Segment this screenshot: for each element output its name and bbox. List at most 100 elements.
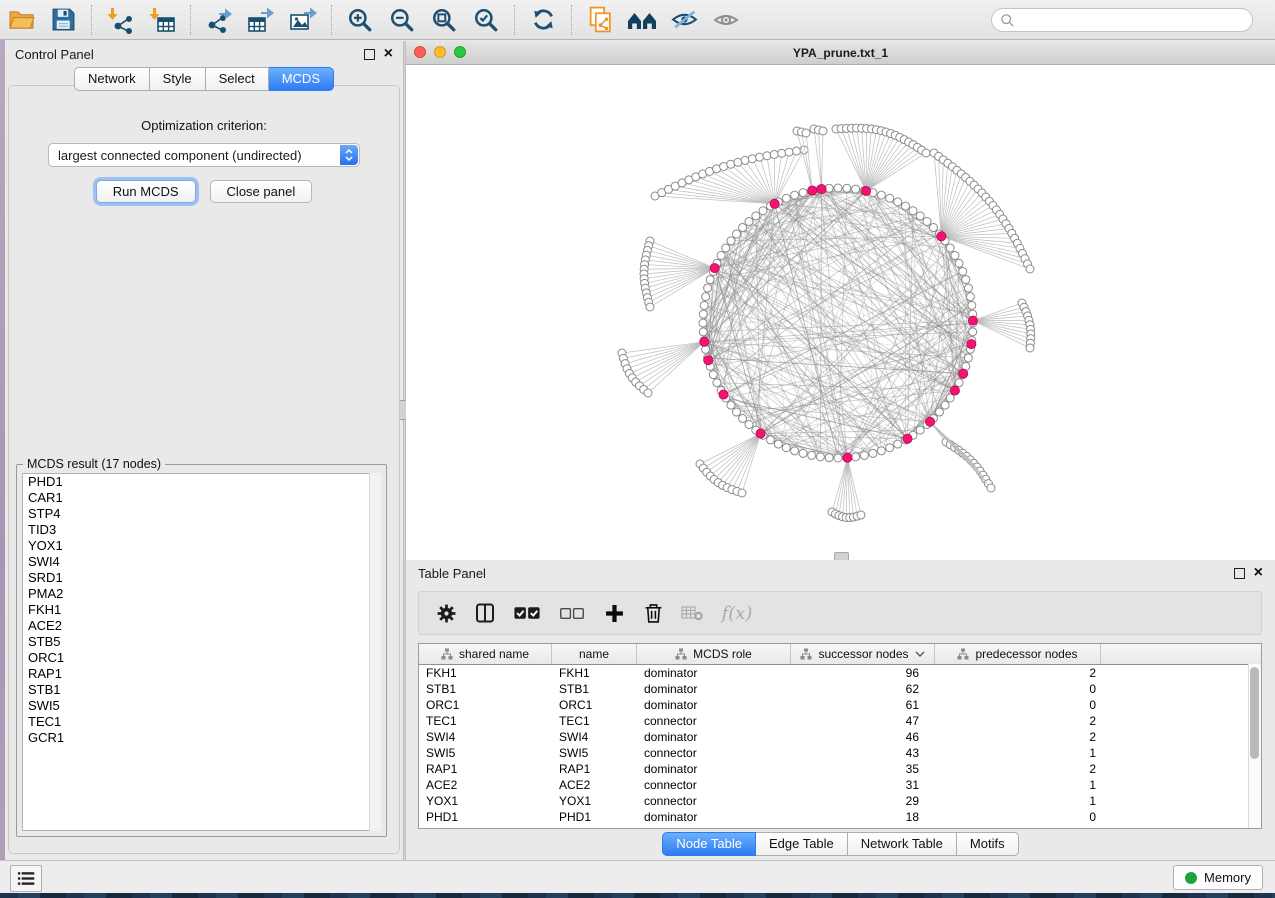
mcds-result-item[interactable]: PHD1	[23, 474, 368, 490]
table-row[interactable]: ORC1ORC1dominator610	[419, 697, 1261, 713]
network-canvas[interactable]	[406, 65, 1275, 561]
ring-node[interactable]	[704, 284, 712, 292]
ring-node[interactable]	[752, 212, 760, 220]
float-panel-icon[interactable]	[364, 49, 375, 60]
ring-node[interactable]	[946, 394, 954, 402]
table-scrollbar[interactable]	[1248, 664, 1261, 828]
mcds-result-item[interactable]: SWI5	[23, 698, 368, 714]
ring-node[interactable]	[700, 301, 708, 309]
first-neighbors-button[interactable]	[624, 4, 660, 36]
tab-style[interactable]: Style	[150, 67, 206, 91]
dominator-node[interactable]	[808, 186, 817, 195]
ring-node[interactable]	[916, 212, 924, 220]
dominator-node[interactable]	[704, 356, 713, 365]
table-row[interactable]: YOX1YOX1connector291	[419, 793, 1261, 809]
ring-node[interactable]	[739, 414, 747, 422]
network-window-titlebar[interactable]: YPA_prune.txt_1	[406, 41, 1275, 65]
mcds-result-item[interactable]: GCR1	[23, 730, 368, 746]
dominator-node[interactable]	[756, 429, 765, 438]
save-session-button[interactable]	[45, 4, 81, 36]
mcds-result-item[interactable]: SWI4	[23, 554, 368, 570]
ring-node[interactable]	[929, 224, 937, 232]
leaf-node[interactable]	[778, 149, 786, 157]
leaf-node[interactable]	[793, 147, 801, 155]
maximize-window-traffic-light[interactable]	[454, 46, 466, 58]
dominator-node[interactable]	[710, 263, 719, 272]
table-row[interactable]: STB1STB1dominator620	[419, 681, 1261, 697]
ring-node[interactable]	[852, 453, 860, 461]
deselect-all-button[interactable]	[554, 598, 590, 628]
criterion-dropdown[interactable]: largest connected component (undirected)	[48, 143, 360, 167]
leaf-node[interactable]	[646, 303, 654, 311]
ring-node[interactable]	[699, 310, 707, 318]
ring-node[interactable]	[733, 408, 741, 416]
leaf-node[interactable]	[857, 511, 865, 519]
dominator-node[interactable]	[770, 199, 779, 208]
ring-node[interactable]	[969, 328, 977, 336]
zoom-selected-button[interactable]	[468, 4, 504, 36]
tab-mcds[interactable]: MCDS	[269, 67, 334, 91]
ring-node[interactable]	[886, 444, 894, 452]
dominator-node[interactable]	[700, 337, 709, 346]
close-panel-button[interactable]: Close panel	[210, 180, 313, 203]
ring-node[interactable]	[782, 444, 790, 452]
table-row[interactable]: RAP1RAP1dominator352	[419, 761, 1261, 777]
dominator-node[interactable]	[950, 386, 959, 395]
close-panel-icon[interactable]: ×	[384, 49, 393, 59]
ring-node[interactable]	[727, 401, 735, 409]
leaf-node[interactable]	[987, 484, 995, 492]
ring-node[interactable]	[745, 420, 753, 428]
mcds-result-item[interactable]: ACE2	[23, 618, 368, 634]
ring-node[interactable]	[706, 276, 714, 284]
select-all-button[interactable]	[509, 598, 545, 628]
tab-network-table[interactable]: Network Table	[848, 832, 957, 856]
open-network-button[interactable]	[3, 4, 39, 36]
ring-node[interactable]	[834, 184, 842, 192]
export-image-button[interactable]	[285, 4, 321, 36]
dominator-node[interactable]	[968, 316, 977, 325]
close-table-panel-icon[interactable]: ×	[1254, 568, 1263, 578]
ring-node[interactable]	[733, 230, 741, 238]
function-builder-button[interactable]: f(x)	[716, 598, 758, 628]
duplicate-network-button[interactable]	[582, 4, 618, 36]
ring-node[interactable]	[941, 401, 949, 409]
add-column-button[interactable]	[599, 598, 629, 628]
mcds-result-item[interactable]: STB1	[23, 682, 368, 698]
run-mcds-button[interactable]: Run MCDS	[96, 180, 196, 203]
hide-selected-button[interactable]	[666, 4, 702, 36]
task-history-button[interactable]	[10, 865, 42, 892]
ring-node[interactable]	[964, 284, 972, 292]
leaf-node[interactable]	[802, 129, 810, 137]
ring-node[interactable]	[964, 354, 972, 362]
leaf-node[interactable]	[748, 155, 756, 163]
leaf-node[interactable]	[770, 150, 778, 158]
ring-node[interactable]	[894, 198, 902, 206]
column-header-name[interactable]: name	[552, 644, 637, 664]
dominator-node[interactable]	[817, 184, 826, 193]
ring-node[interactable]	[816, 453, 824, 461]
leaf-node[interactable]	[1026, 265, 1034, 273]
tab-network[interactable]: Network	[74, 67, 150, 91]
ring-node[interactable]	[968, 301, 976, 309]
close-window-traffic-light[interactable]	[414, 46, 426, 58]
mcds-result-item[interactable]: PMA2	[23, 586, 368, 602]
zoom-fit-button[interactable]	[426, 4, 462, 36]
table-row[interactable]: SWI4SWI4dominator462	[419, 729, 1261, 745]
table-row[interactable]: SWI5SWI5connector431	[419, 745, 1261, 761]
import-table-button[interactable]	[144, 4, 180, 36]
zoom-in-button[interactable]	[342, 4, 378, 36]
ring-node[interactable]	[774, 440, 782, 448]
minimize-window-traffic-light[interactable]	[434, 46, 446, 58]
ring-node[interactable]	[955, 259, 963, 267]
table-mode-button[interactable]	[431, 598, 461, 628]
mcds-result-item[interactable]: TID3	[23, 522, 368, 538]
tab-node-table[interactable]: Node Table	[662, 832, 756, 856]
ring-node[interactable]	[852, 185, 860, 193]
column-header-mcds-role[interactable]: MCDS role	[637, 644, 791, 664]
ring-node[interactable]	[843, 184, 851, 192]
mcds-result-item[interactable]: ORC1	[23, 650, 368, 666]
memory-button[interactable]: Memory	[1173, 865, 1263, 890]
mcds-list-scrollbar[interactable]	[369, 473, 381, 831]
table-scrollbar-thumb[interactable]	[1250, 667, 1259, 759]
table-row[interactable]: ACE2ACE2connector311	[419, 777, 1261, 793]
